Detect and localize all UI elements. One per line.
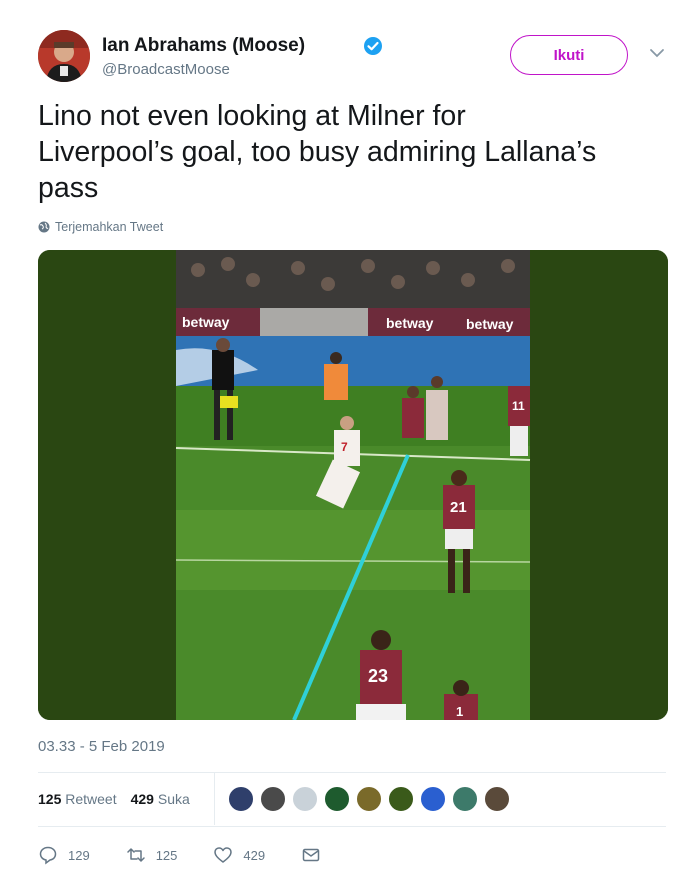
retweet-stat-label: Retweet	[65, 791, 117, 807]
retweet-stat[interactable]: 125 Retweet	[38, 791, 117, 807]
tweet-text-line: Liverpool’s goal, too busy admiring Lall…	[38, 136, 597, 168]
verified-badge-icon	[364, 37, 382, 55]
liker-avatar[interactable]	[228, 786, 254, 812]
tweet-text-line: Lino not even looking at Milner for	[38, 100, 466, 132]
ad-board-text: betway	[182, 314, 230, 330]
reply-icon	[39, 846, 57, 865]
like-count: 429	[243, 847, 266, 863]
like-stat-label: Suka	[157, 791, 190, 807]
chevron-down-icon[interactable]	[648, 44, 666, 62]
tweet-header: Ian Abrahams (Moose) @BroadcastMoose Iku…	[38, 30, 668, 84]
engagement-stats: 125 Retweet 429 Suka	[38, 773, 666, 825]
liker-avatar[interactable]	[260, 786, 286, 812]
translate-tweet-link[interactable]: Terjemahkan Tweet	[38, 220, 163, 234]
retweet-icon	[126, 848, 145, 862]
liker-avatar[interactable]	[484, 786, 510, 812]
tweet-text: Lino not even looking at Milner for Live…	[38, 98, 668, 206]
reply-button[interactable]: 129	[38, 845, 90, 865]
tweet-timestamp[interactable]: 03.33 - 5 Feb 2019	[38, 738, 165, 755]
direct-message-button[interactable]	[301, 845, 321, 865]
divider	[38, 826, 666, 827]
shirt-number: 23	[368, 666, 388, 686]
retweet-stat-count: 125	[38, 791, 62, 807]
liker-avatar[interactable]	[292, 786, 318, 812]
follow-button[interactable]: Ikuti	[510, 35, 628, 75]
retweet-button[interactable]: 125	[126, 845, 178, 865]
envelope-icon	[302, 848, 320, 862]
translate-label: Terjemahkan Tweet	[55, 220, 164, 234]
liker-avatar[interactable]	[420, 786, 446, 812]
shirt-number: 7	[341, 440, 348, 454]
tweet-actions: 129 125 429	[38, 840, 638, 870]
liker-avatar[interactable]	[324, 786, 350, 812]
heart-icon	[214, 847, 233, 863]
author-display-name[interactable]: Ian Abrahams (Moose)	[102, 35, 305, 57]
shirt-number: 1	[456, 704, 463, 719]
liker-avatar[interactable]	[356, 786, 382, 812]
shirt-number: 11	[512, 399, 525, 413]
ad-board-text: betway	[386, 315, 434, 331]
author-handle[interactable]: @BroadcastMoose	[102, 61, 230, 78]
liker-avatar[interactable]	[452, 786, 478, 812]
shirt-number: 21	[450, 499, 467, 516]
reply-count: 129	[68, 847, 90, 863]
retweet-count: 125	[155, 847, 178, 863]
like-button[interactable]: 429	[213, 845, 265, 865]
author-avatar[interactable]	[38, 30, 90, 82]
ad-board-text: betway	[466, 316, 514, 332]
tweet-media-image[interactable]: betway betway betway 7 11 21 23 1	[38, 250, 668, 720]
liker-avatar[interactable]	[388, 786, 414, 812]
liker-avatars	[228, 786, 516, 812]
globe-icon	[38, 221, 50, 233]
like-stat[interactable]: 429 Suka	[131, 791, 190, 807]
tweet-text-line: pass	[38, 172, 99, 204]
like-stat-count: 429	[130, 791, 154, 807]
stats-separator	[214, 773, 215, 825]
